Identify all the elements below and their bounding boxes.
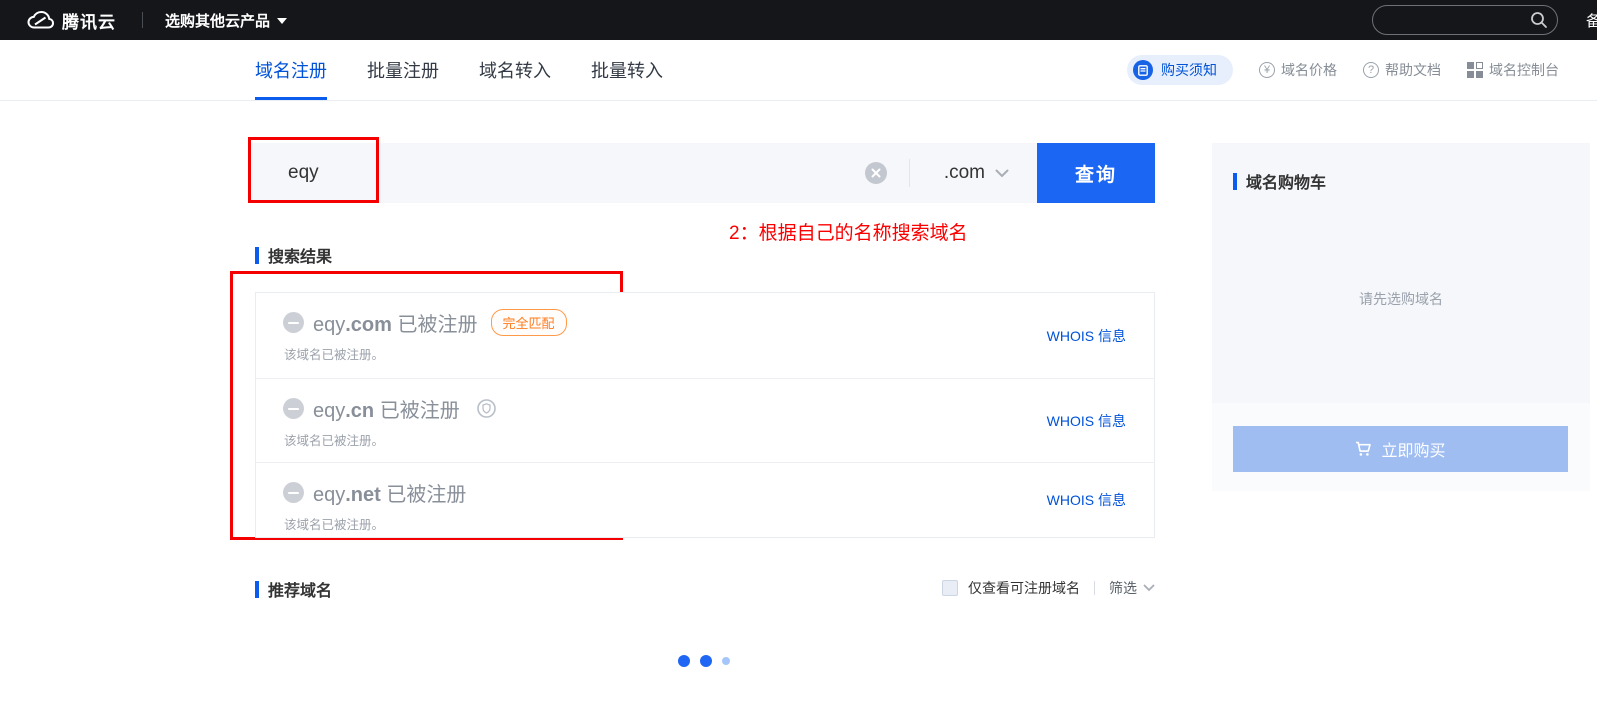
help-docs-link[interactable]: ? 帮助文档 — [1363, 60, 1441, 80]
chevron-down-icon — [995, 169, 1009, 178]
help-docs-label: 帮助文档 — [1385, 60, 1441, 80]
cart-icon — [1355, 441, 1372, 457]
annotation-step-2: 2：根据自己的名称搜索域名 — [729, 218, 968, 245]
filter-divider — [1094, 581, 1095, 595]
cart-empty-text: 请先选购域名 — [1212, 289, 1590, 309]
cloud-logo-icon — [26, 10, 54, 30]
domain-status-text: eqy.net 已被注册 — [313, 478, 466, 507]
tld-selected-value: .com — [944, 162, 985, 184]
domain-status-text: eqy.com 已被注册 — [313, 308, 478, 337]
question-icon: ? — [1363, 62, 1379, 78]
nav-links: 购买须知 ¥ 域名价格 ? 帮助文档 域名控制台 — [1127, 40, 1559, 100]
domain-console-label: 域名控制台 — [1489, 60, 1559, 80]
unavailable-minus-icon — [283, 482, 304, 503]
tab-batch-register[interactable]: 批量注册 — [367, 40, 439, 100]
result-row-eqy-cn: eqy.cn 已被注册 该域名已被注册。 WHOIS 信息 — [256, 378, 1154, 462]
result-row-description: 该域名已被注册。 — [284, 514, 1126, 533]
result-row-eqy-com: eqy.com 已被注册 完全匹配 该域名已被注册。 WHOIS 信息 — [256, 293, 1154, 378]
search-results-title: 搜索结果 — [255, 243, 332, 267]
shield-info-icon — [477, 399, 496, 418]
other-products-menu[interactable]: 选购其他云产品 — [165, 10, 287, 31]
chevron-down-icon — [277, 18, 287, 24]
query-button[interactable]: 查询 — [1037, 143, 1155, 203]
loading-dot — [722, 657, 730, 665]
chevron-down-icon — [1143, 584, 1155, 592]
domain-search-bar: .com — [248, 143, 1037, 203]
purchase-notice-label: 购买须知 — [1161, 60, 1217, 80]
result-row-main: eqy.cn 已被注册 — [283, 394, 1126, 423]
purchase-notice-link[interactable]: 购买须知 — [1127, 55, 1233, 85]
whois-link[interactable]: WHOIS 信息 — [1047, 490, 1126, 510]
recommend-title: 推荐域名 — [255, 577, 332, 601]
domain-price-label: 域名价格 — [1281, 60, 1337, 80]
result-row-description: 该域名已被注册。 — [284, 344, 1126, 363]
search-bar-right: .com — [865, 159, 1009, 187]
page: 腾讯云 选购其他云产品 备 域名注册 批量注册 域名转入 — [0, 0, 1597, 724]
loading-dot — [678, 655, 690, 667]
buy-now-label: 立即购买 — [1381, 437, 1445, 461]
whois-link[interactable]: WHOIS 信息 — [1047, 411, 1126, 431]
title-accent-bar — [255, 581, 259, 598]
whois-link[interactable]: WHOIS 信息 — [1047, 326, 1126, 346]
loading-dots — [678, 655, 730, 667]
search-results-title-text: 搜索结果 — [268, 243, 332, 267]
tab-batch-transfer[interactable]: 批量转入 — [591, 40, 663, 100]
buy-now-button[interactable]: 立即购买 — [1233, 426, 1568, 472]
loading-dot — [700, 655, 712, 667]
tab-domain-transfer[interactable]: 域名转入 — [479, 40, 551, 100]
topbar-search-input[interactable] — [1385, 6, 1525, 34]
domain-price-link[interactable]: ¥ 域名价格 — [1259, 60, 1337, 80]
search-icon[interactable] — [1530, 11, 1548, 29]
recommend-title-text: 推荐域名 — [268, 577, 332, 601]
other-products-label: 选购其他云产品 — [165, 10, 270, 31]
search-results-table: eqy.com 已被注册 完全匹配 该域名已被注册。 WHOIS 信息 eqy.… — [255, 292, 1155, 538]
cart-footer: 立即购买 — [1212, 403, 1590, 491]
domain-cart-panel: 域名购物车 请先选购域名 立即购买 — [1212, 143, 1590, 491]
topbar-divider — [142, 12, 143, 28]
cart-title: 域名购物车 — [1233, 169, 1326, 193]
result-row-main: eqy.com 已被注册 完全匹配 — [283, 308, 1126, 337]
exact-match-badge: 完全匹配 — [491, 309, 567, 336]
clear-input-icon[interactable] — [865, 162, 887, 184]
nav-tabs: 域名注册 批量注册 域名转入 批量转入 — [255, 40, 663, 100]
yen-icon: ¥ — [1259, 62, 1275, 78]
result-row-main: eqy.net 已被注册 — [283, 478, 1126, 507]
only-registrable-checkbox[interactable] — [942, 580, 958, 596]
filter-dropdown[interactable]: 筛选 — [1109, 578, 1155, 598]
domain-console-link[interactable]: 域名控制台 — [1467, 60, 1559, 80]
topbar-search[interactable] — [1372, 5, 1558, 35]
document-icon — [1133, 60, 1153, 80]
topbar-right: 备 — [1372, 0, 1597, 40]
domain-status-text: eqy.cn 已被注册 — [313, 394, 460, 423]
unavailable-minus-icon — [283, 398, 304, 419]
cart-title-text: 域名购物车 — [1246, 169, 1326, 193]
title-accent-bar — [1233, 173, 1237, 190]
search-bar-divider — [909, 159, 910, 187]
brand-logo[interactable]: 腾讯云 — [26, 8, 116, 33]
topbar-partial-text[interactable]: 备 — [1586, 10, 1597, 31]
only-registrable-label: 仅查看可注册域名 — [968, 578, 1080, 598]
console-grid-icon — [1467, 62, 1483, 78]
result-row-description: 该域名已被注册。 — [284, 430, 1126, 449]
unavailable-minus-icon — [283, 312, 304, 333]
domain-nav: 域名注册 批量注册 域名转入 批量转入 购买须知 ¥ 域名价格 ? — [0, 40, 1597, 101]
brand-name: 腾讯云 — [62, 8, 116, 33]
tab-domain-register[interactable]: 域名注册 — [255, 40, 327, 100]
result-row-eqy-net: eqy.net 已被注册 该域名已被注册。 WHOIS 信息 — [256, 462, 1154, 537]
topbar: 腾讯云 选购其他云产品 备 — [0, 0, 1597, 40]
domain-search-input[interactable] — [248, 143, 865, 203]
tld-selector[interactable]: .com — [944, 162, 1009, 184]
recommend-filter-controls: 仅查看可注册域名 筛选 — [898, 578, 1155, 598]
filter-dropdown-label: 筛选 — [1109, 578, 1137, 598]
title-accent-bar — [255, 247, 259, 264]
